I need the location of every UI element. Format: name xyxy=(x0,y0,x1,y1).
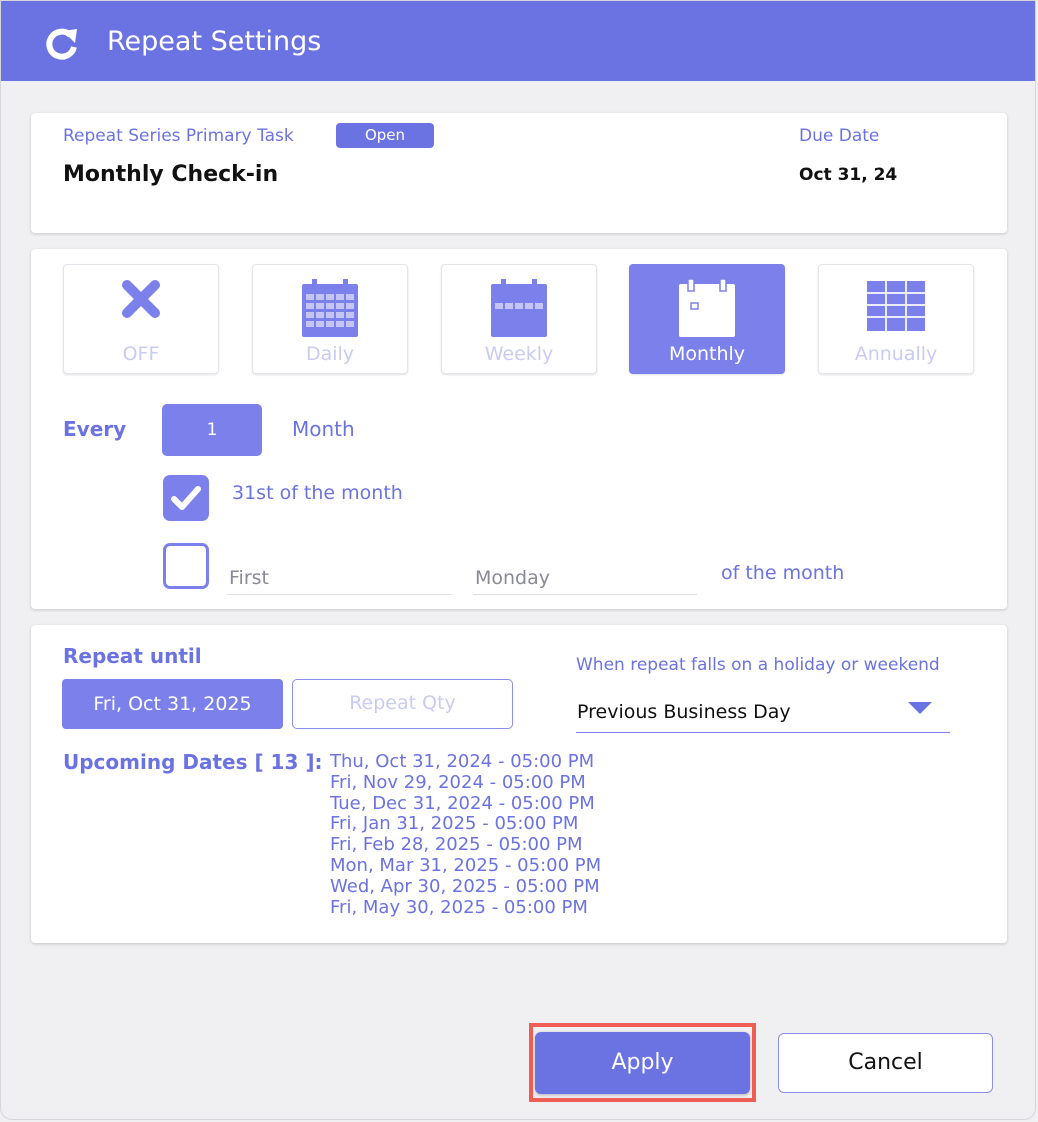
cancel-button[interactable]: Cancel xyxy=(778,1033,993,1093)
every-label: Every xyxy=(63,417,127,441)
checkmark-icon xyxy=(171,486,201,510)
holiday-rule-value: Previous Business Day xyxy=(577,701,791,723)
ordinal-select-value: First xyxy=(229,567,269,589)
frequency-monthly-button[interactable]: Monthly xyxy=(629,264,785,374)
chevron-down-icon xyxy=(908,702,932,714)
dialog-title: Repeat Settings xyxy=(107,26,322,57)
upcoming-date: Wed, Apr 30, 2025 - 05:00 PM xyxy=(330,875,600,897)
upcoming-date: Mon, Mar 31, 2025 - 05:00 PM xyxy=(330,854,602,876)
interval-unit: Month xyxy=(292,417,355,441)
upcoming-date: Thu, Oct 31, 2024 - 05:00 PM xyxy=(330,751,595,772)
primary-task-label: Repeat Series Primary Task xyxy=(63,126,294,146)
frequency-off-label: OFF xyxy=(122,343,160,365)
task-name: Monthly Check-in xyxy=(63,162,279,187)
task-info-card: Repeat Series Primary Task Open Due Date… xyxy=(31,113,1007,233)
frequency-daily-button[interactable]: Daily xyxy=(252,264,408,374)
upcoming-date: Fri, Nov 29, 2024 - 05:00 PM xyxy=(330,771,586,793)
status-badge: Open xyxy=(336,123,434,148)
frequency-daily-label: Daily xyxy=(305,343,355,365)
repeat-until-card: Repeat until Fri, Oct 31, 2025 Repeat Qt… xyxy=(31,625,1007,943)
holiday-rule-label: When repeat falls on a holiday or weeken… xyxy=(576,655,940,675)
ordinal-select[interactable]: First xyxy=(227,561,451,595)
frequency-annually-button[interactable]: Annually xyxy=(818,264,974,374)
frequency-off-button[interactable]: OFF xyxy=(63,264,219,374)
refresh-icon xyxy=(46,28,77,60)
frequency-annually-label: Annually xyxy=(854,343,938,365)
upcoming-date: Fri, Jan 31, 2025 - 05:00 PM xyxy=(330,813,579,835)
day-of-month-label: 31st of the month xyxy=(232,482,403,504)
upcoming-date: Fri, Feb 28, 2025 - 05:00 PM xyxy=(330,834,583,856)
repeat-until-label: Repeat until xyxy=(63,644,202,668)
of-the-month-label: of the month xyxy=(721,562,845,584)
holiday-rule-select[interactable]: Previous Business Day xyxy=(576,695,950,733)
interval-input[interactable]: 1 xyxy=(162,404,262,456)
upcoming-dates-list: Thu, Oct 31, 2024 - 05:00 PM Fri, Nov 29… xyxy=(330,751,602,918)
weekday-select-value: Monday xyxy=(475,567,551,589)
recurrence-card: OFF Daily Weekly Monthly Annually Every … xyxy=(31,249,1007,609)
end-date-button[interactable]: Fri, Oct 31, 2025 xyxy=(62,679,283,729)
calendar-monthly-icon xyxy=(679,279,735,337)
calendar-weekly-icon xyxy=(491,279,547,337)
apply-button[interactable]: Apply xyxy=(535,1032,750,1094)
due-date-label: Due Date xyxy=(799,126,880,146)
upcoming-date: Tue, Dec 31, 2024 - 05:00 PM xyxy=(330,792,595,814)
weekday-select[interactable]: Monday xyxy=(473,561,697,595)
frequency-weekly-button[interactable]: Weekly xyxy=(441,264,597,374)
frequency-monthly-label: Monthly xyxy=(668,343,746,365)
dialog-header: Repeat Settings xyxy=(1,1,1035,81)
repeat-qty-button[interactable]: Repeat Qty xyxy=(292,679,513,729)
close-icon xyxy=(122,280,160,318)
due-date-value: Oct 31, 24 xyxy=(799,165,898,185)
repeat-settings-dialog: Repeat Settings Repeat Series Primary Ta… xyxy=(0,0,1036,1120)
upcoming-dates-label: Upcoming Dates [ 13 ]: xyxy=(63,750,323,774)
calendar-annually-icon xyxy=(867,281,925,331)
frequency-weekly-label: Weekly xyxy=(484,343,554,365)
weekday-of-month-checkbox[interactable] xyxy=(163,543,209,589)
calendar-daily-icon xyxy=(302,279,358,337)
day-of-month-checkbox[interactable] xyxy=(163,475,209,521)
upcoming-date: Fri, May 30, 2025 - 05:00 PM xyxy=(330,896,588,918)
